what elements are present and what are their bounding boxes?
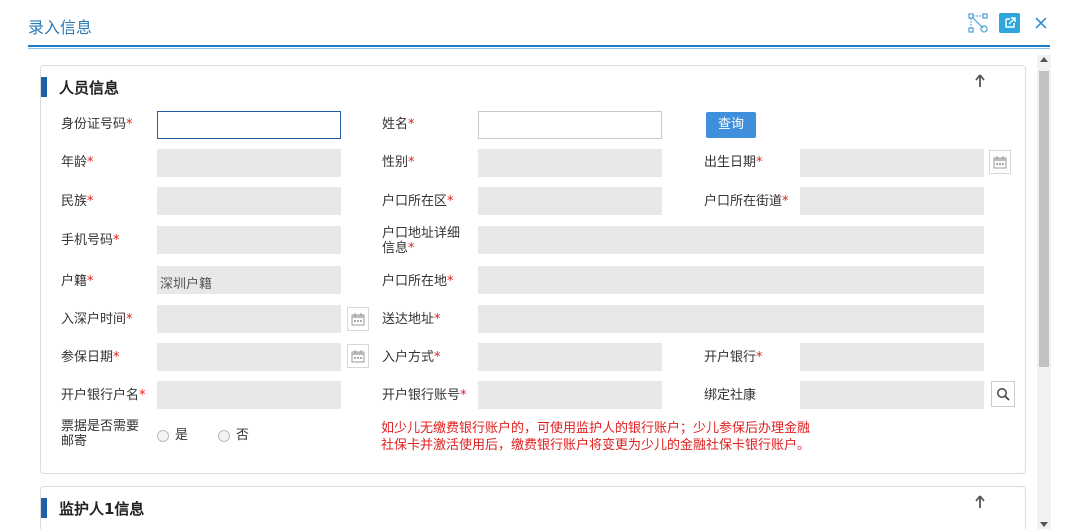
insured-date-input[interactable] — [157, 343, 341, 371]
label-insured-date: 参保日期* — [61, 350, 120, 365]
popout-icon[interactable] — [999, 13, 1020, 33]
arrow-up-icon[interactable] — [974, 74, 986, 92]
query-button[interactable]: 查询 — [706, 112, 756, 138]
scroll-up-arrow[interactable] — [1040, 57, 1048, 62]
dialog-title: 录入信息 — [28, 18, 93, 37]
label-huji: 户籍* — [61, 274, 94, 289]
label-account-name: 开户银行户名* — [61, 388, 146, 403]
search-icon[interactable] — [991, 381, 1015, 407]
label-birth-date: 出生日期* — [704, 155, 763, 170]
label-account-number: 开户银行账号* — [382, 388, 467, 403]
form-content: 人员信息 身份证号码* 姓名* 查询 年龄* 性别* 出生日期* 民族* 户口所… — [28, 52, 1052, 529]
dialog-titlebar: 录入信息 — [0, 0, 1078, 49]
hukou-district-input[interactable] — [478, 187, 662, 215]
bank-input[interactable] — [800, 343, 984, 371]
calendar-icon[interactable] — [989, 150, 1011, 174]
gender-input[interactable] — [478, 149, 662, 177]
mobile-input[interactable] — [157, 226, 341, 254]
label-settle-time: 入深户时间* — [61, 312, 133, 327]
account-number-input[interactable] — [478, 381, 662, 409]
label-mobile: 手机号码* — [61, 233, 120, 248]
label-bind-card: 绑定社康 — [704, 388, 757, 403]
birth-date-input[interactable] — [800, 149, 984, 177]
label-id-number: 身份证号码* — [61, 117, 133, 132]
radio-yes[interactable] — [157, 430, 169, 442]
scroll-thumb[interactable] — [1039, 71, 1049, 367]
panel-title: 监护人1信息 — [59, 500, 145, 518]
scroll-down-arrow[interactable] — [1040, 522, 1048, 527]
label-ethnicity: 民族* — [61, 194, 94, 209]
label-age: 年龄* — [61, 155, 94, 170]
expand-icon[interactable] — [967, 12, 989, 34]
radio-yes-label: 是 — [175, 428, 189, 443]
person-info-panel: 人员信息 身份证号码* 姓名* 查询 年龄* 性别* 出生日期* 民族* 户口所… — [40, 65, 1026, 474]
account-name-input[interactable] — [157, 381, 341, 409]
guardian-info-panel: 监护人1信息 — [40, 486, 1026, 529]
panel-accent-bar — [41, 77, 47, 97]
panel-title: 人员信息 — [59, 79, 120, 97]
name-input[interactable] — [478, 111, 662, 139]
hukou-location-input[interactable] — [478, 266, 984, 294]
settle-time-input[interactable] — [157, 305, 341, 333]
label-delivery-address: 送达地址* — [382, 312, 441, 327]
calendar-icon[interactable] — [347, 307, 369, 331]
label-hukou-street: 户口所在街道* — [704, 194, 789, 209]
label-name: 姓名* — [382, 117, 415, 132]
notice-text: 如少儿无缴费银行账户的，可使用监护人的银行账户；少儿参保后办理金融 社保卡并激活… — [381, 421, 811, 453]
title-divider — [28, 45, 1050, 49]
hukou-street-input[interactable] — [800, 187, 984, 215]
calendar-icon[interactable] — [347, 344, 369, 368]
radio-no[interactable] — [218, 430, 230, 442]
label-bank: 开户银行* — [704, 350, 763, 365]
label-receipt-mail: 票据是否需要 邮寄 — [61, 419, 140, 449]
entry-dialog: 录入信息 人员信息 身份证号码* 姓名* 查询 年龄* 性别* 出生日期* 民族… — [0, 0, 1078, 529]
label-hukou-method: 入户方式* — [382, 350, 441, 365]
ethnicity-input[interactable] — [157, 187, 341, 215]
hukou-address-input[interactable] — [478, 226, 984, 254]
huji-input[interactable]: 深圳户籍 — [157, 266, 341, 294]
arrow-up-icon[interactable] — [974, 495, 986, 513]
close-icon[interactable] — [1030, 12, 1052, 34]
radio-no-label: 否 — [236, 428, 250, 443]
label-hukou-address: 户口地址详细 信息* — [382, 226, 461, 256]
id-number-input[interactable] — [157, 111, 341, 139]
label-gender: 性别* — [382, 155, 415, 170]
delivery-address-input[interactable] — [478, 305, 984, 333]
label-hukou-district: 户口所在区* — [382, 194, 454, 209]
hukou-method-input[interactable] — [478, 343, 662, 371]
label-hukou-location: 户口所在地* — [382, 274, 454, 289]
age-input[interactable] — [157, 149, 341, 177]
panel-accent-bar — [41, 498, 47, 518]
bind-card-input[interactable] — [800, 381, 984, 409]
vertical-scrollbar[interactable] — [1037, 55, 1051, 529]
